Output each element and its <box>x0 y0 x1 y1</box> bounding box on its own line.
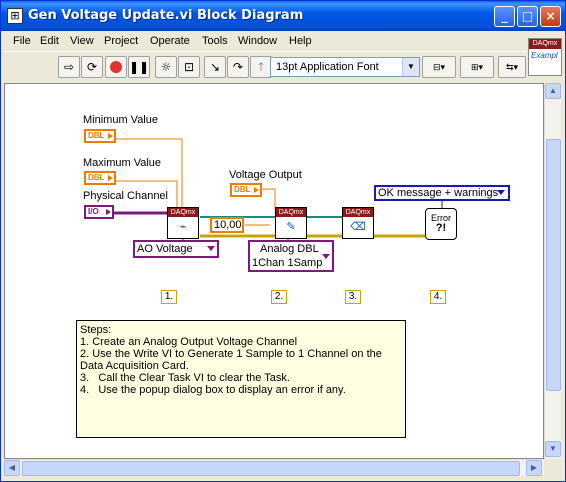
menu-project[interactable]: Project <box>104 35 138 47</box>
pause-icon[interactable]: ❚❚ <box>128 56 150 78</box>
scroll-down-icon[interactable]: ▼ <box>545 441 561 457</box>
step-label-1: 1. <box>161 290 177 304</box>
vertical-scrollbar[interactable]: ▲ ▼ <box>544 83 561 459</box>
vi-icon: ⊞ <box>7 8 23 24</box>
phys-channel-io[interactable]: I/O <box>84 205 114 219</box>
menu-help[interactable]: Help <box>289 35 312 47</box>
ring-line-1: Analog DBL <box>260 243 319 255</box>
chevron-down-icon <box>207 246 215 251</box>
minimize-button[interactable]: _ <box>494 6 515 27</box>
font-select[interactable]: 13pt Application Font ▼ <box>270 57 420 77</box>
phys-channel-label: Physical Channel <box>83 190 168 202</box>
voltage-output-dbl[interactable]: DBL <box>230 183 262 197</box>
daqmx-header: DAQmx <box>168 208 198 217</box>
reorder-icon[interactable]: ⇆▾ <box>498 56 526 78</box>
notes-line: 3. Call the Clear Task VI to clear the T… <box>80 372 290 384</box>
menu-window[interactable]: Window <box>238 35 277 47</box>
maximize-button[interactable]: □ <box>517 6 538 27</box>
align-objects-icon[interactable]: ⊟▾ <box>422 56 456 78</box>
notes-line: 2. Use the Write VI to Generate 1 Sample… <box>80 348 385 372</box>
close-button[interactable]: × <box>540 6 561 27</box>
daqmx-clear-task-vi[interactable]: DAQmx ⌫ <box>342 207 374 239</box>
notes-line: Steps: <box>80 324 112 336</box>
ao-voltage-ring[interactable]: AO Voltage <box>133 240 219 258</box>
scroll-left-icon[interactable]: ◀ <box>4 460 20 476</box>
step-out-icon[interactable]: ↑ <box>250 56 272 78</box>
run-arrow-icon[interactable]: ⇨ <box>58 56 80 78</box>
create-channel-icon: ⌁ <box>179 221 187 233</box>
daqmx-header: DAQmx <box>276 208 306 217</box>
step-label-2: 2. <box>271 290 287 304</box>
scroll-right-icon[interactable]: ▶ <box>526 460 542 476</box>
steps-comment[interactable]: Steps: 1. Create an Analog Output Voltag… <box>76 320 406 438</box>
notes-line: 4. Use the popup dialog box to display a… <box>80 384 346 396</box>
step-over-icon[interactable]: ↷ <box>227 56 249 78</box>
menu-bar: File Edit View Project Operate Tools Win… <box>4 31 564 51</box>
ao-voltage-ring-value: AO Voltage <box>137 243 193 255</box>
write-polymorphic-ring[interactable]: Analog DBL 1Chan 1Samp <box>248 240 334 272</box>
error-symbol: ?! <box>435 222 447 234</box>
step-label-4: 4. <box>430 290 446 304</box>
write-icon: ✎ <box>286 221 296 233</box>
min-value-dbl[interactable]: DBL <box>84 129 116 143</box>
chevron-down-icon <box>322 254 330 259</box>
highlight-execution-icon[interactable]: ☼ <box>155 56 177 78</box>
examples-label: Exampl <box>531 51 558 60</box>
window-title: Gen Voltage Update.vi Block Diagram <box>28 8 304 23</box>
distribute-objects-icon[interactable]: ⊞▾ <box>460 56 494 78</box>
run-continuous-icon[interactable]: ⟳ <box>81 56 103 78</box>
abort-icon[interactable] <box>105 56 127 78</box>
vi-connector-icon[interactable]: DAQmx Exampl <box>528 38 562 76</box>
max-value-dbl[interactable]: DBL <box>84 171 116 185</box>
title-bar[interactable]: ⊞ Gen Voltage Update.vi Block Diagram _ … <box>1 1 565 31</box>
horizontal-scroll-thumb[interactable] <box>22 461 520 476</box>
wire-voltage <box>260 188 276 209</box>
ring-line-2: 1Chan 1Samp <box>252 257 323 269</box>
daqmx-write-vi[interactable]: DAQmx ✎ <box>275 207 307 239</box>
labview-window: ⊞ Gen Voltage Update.vi Block Diagram _ … <box>0 0 566 482</box>
menu-file[interactable]: File <box>13 35 31 47</box>
menu-view[interactable]: View <box>70 35 94 47</box>
daqmx-header: DAQmx <box>343 208 373 217</box>
daqmx-header: DAQmx <box>529 39 561 49</box>
max-value-label: Maximum Value <box>83 157 162 169</box>
menu-edit[interactable]: Edit <box>40 35 59 47</box>
clear-task-icon: ⌫ <box>350 221 366 233</box>
simple-error-handler-vi[interactable]: Error ?! <box>425 208 457 240</box>
error-message-ring[interactable]: OK message + warnings <box>374 185 510 201</box>
timeout-constant[interactable]: 10,00 <box>210 217 244 233</box>
min-value-label: Minimum Value <box>83 114 158 126</box>
vertical-scroll-thumb[interactable] <box>546 139 561 391</box>
step-label-3: 3. <box>345 290 361 304</box>
chevron-down-icon: ▼ <box>402 58 419 76</box>
block-diagram-canvas[interactable]: Minimum Value DBL Maximum Value DBL Phys… <box>4 83 544 459</box>
step-into-icon[interactable]: ↘ <box>204 56 226 78</box>
toolbar: ⇨ ⟳ ❚❚ ☼ ⊡ ↘ ↷ ↑ 13pt Application Font ▼… <box>4 51 526 81</box>
menu-tools[interactable]: Tools <box>202 35 228 47</box>
error-message-ring-value: OK message + warnings <box>378 187 499 199</box>
menu-operate[interactable]: Operate <box>150 35 190 47</box>
retain-wire-values-icon[interactable]: ⊡ <box>178 56 200 78</box>
horizontal-scrollbar[interactable]: ◀ ▶ <box>4 459 544 476</box>
voltage-output-label: Voltage Output <box>229 169 302 181</box>
font-select-value: 13pt Application Font <box>276 61 379 73</box>
chevron-down-icon <box>497 190 505 195</box>
resize-grip-icon[interactable] <box>547 461 561 475</box>
notes-line: 1. Create an Analog Output Voltage Chann… <box>80 336 298 348</box>
daqmx-create-channel-vi[interactable]: DAQmx ⌁ <box>167 207 199 239</box>
scroll-up-icon[interactable]: ▲ <box>545 83 561 99</box>
